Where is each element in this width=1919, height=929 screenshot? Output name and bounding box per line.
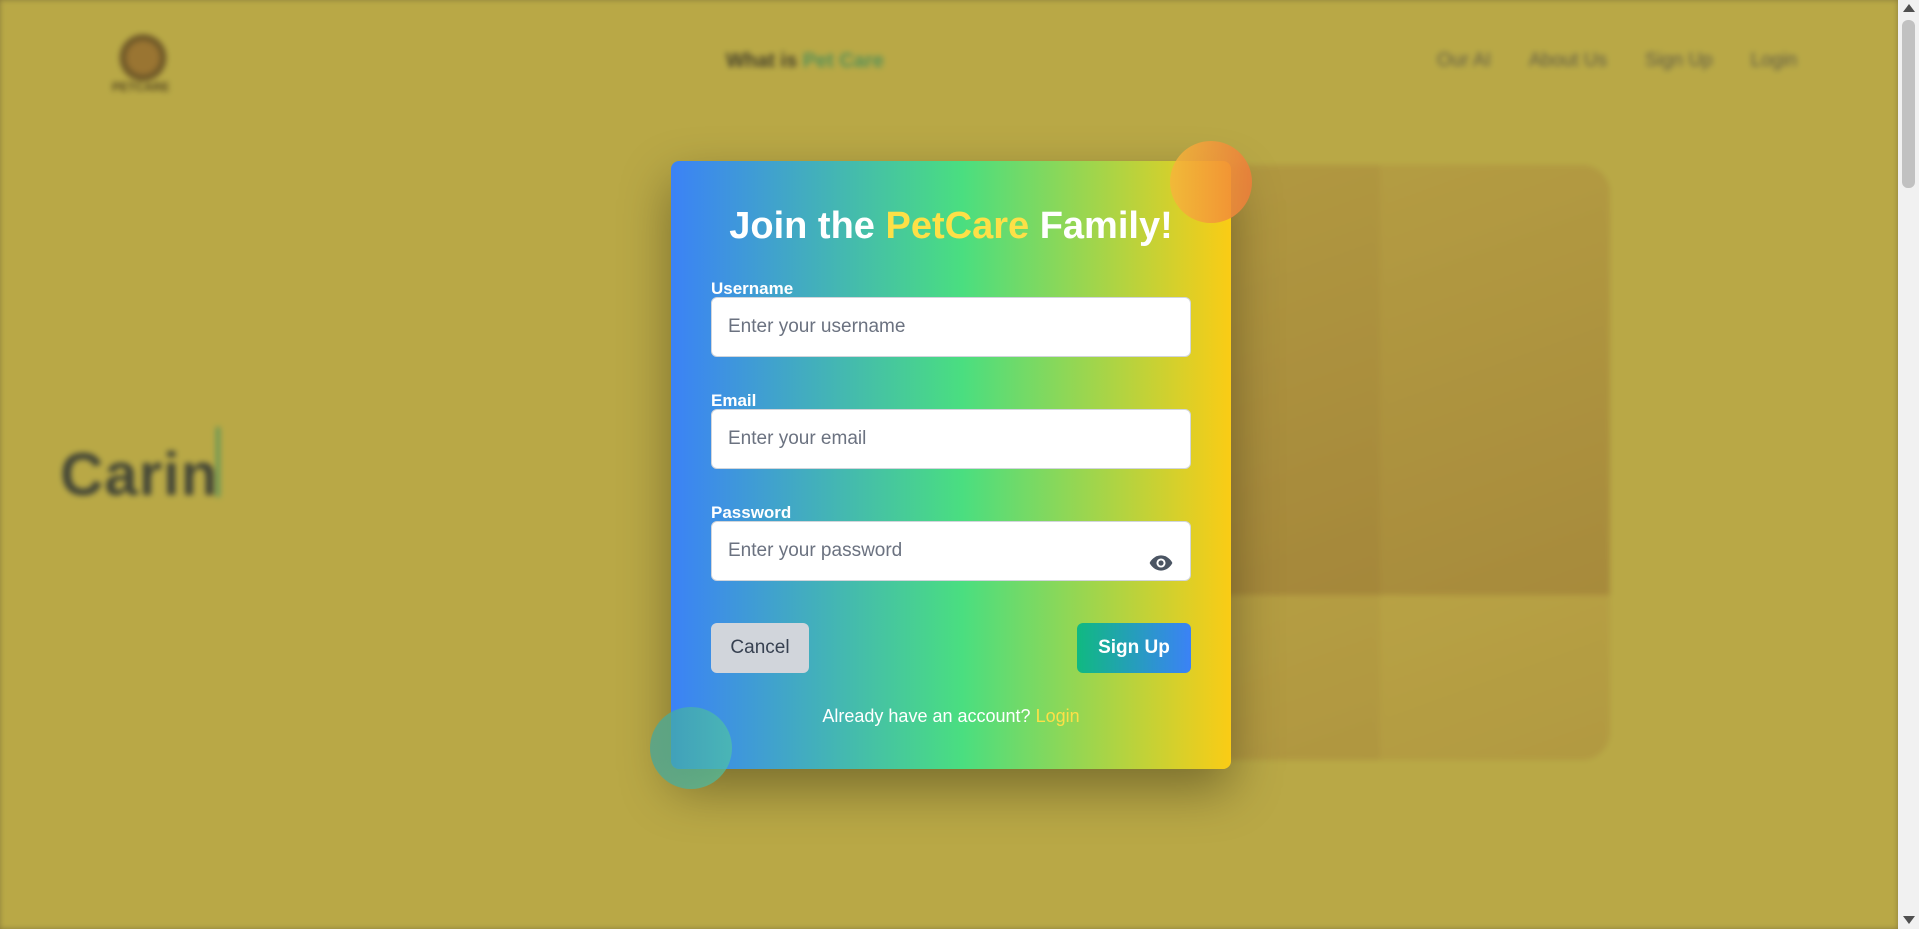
sign-up-button[interactable]: Sign Up — [1077, 623, 1191, 673]
scroll-down-arrow-icon[interactable] — [1903, 916, 1915, 924]
password-label: Password — [711, 503, 792, 522]
decorative-teal-bubble — [650, 707, 732, 789]
password-field[interactable] — [711, 521, 1191, 581]
username-field[interactable] — [711, 297, 1191, 357]
login-prompt: Already have an account? Login — [671, 706, 1231, 727]
decorative-orange-bubble — [1170, 141, 1252, 223]
scrollbar-thumb[interactable] — [1902, 20, 1915, 188]
login-prompt-text: Already have an account? — [822, 706, 1031, 726]
title-suffix: Family! — [1039, 205, 1173, 247]
cancel-button[interactable]: Cancel — [711, 623, 809, 673]
vertical-scrollbar[interactable] — [1898, 0, 1919, 929]
title-brand: PetCare — [885, 205, 1030, 247]
modal-title: Join the PetCare Family! — [671, 205, 1231, 248]
show-password-eye-icon[interactable] — [1148, 550, 1174, 576]
signup-modal: Join the PetCare Family! Username Email … — [671, 161, 1231, 769]
email-label: Email — [711, 391, 757, 410]
username-label: Username — [711, 279, 794, 298]
login-link[interactable]: Login — [1036, 706, 1080, 726]
title-prefix: Join the — [729, 205, 875, 247]
email-field[interactable] — [711, 409, 1191, 469]
scroll-up-arrow-icon[interactable] — [1903, 4, 1915, 12]
